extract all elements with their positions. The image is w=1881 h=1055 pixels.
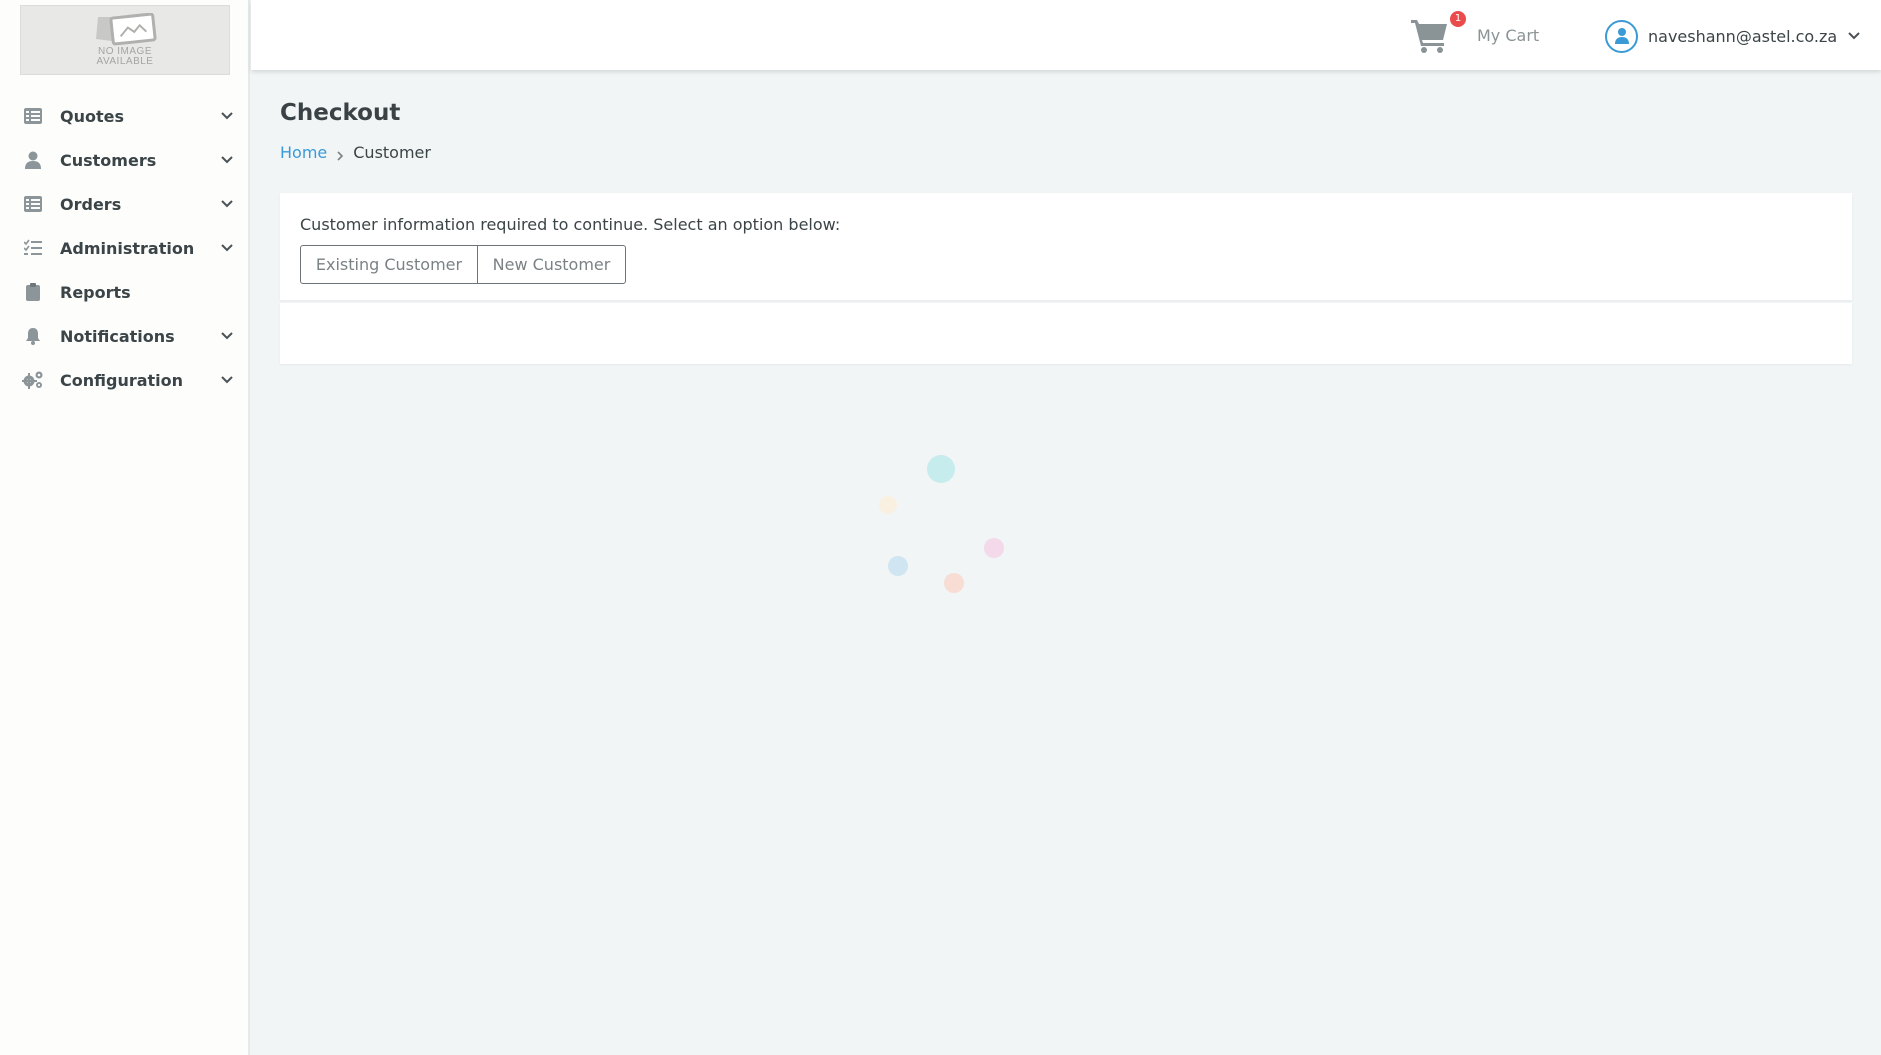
user-menu[interactable]: naveshann@astel.co.za: [1605, 19, 1837, 53]
sidebar-item-configuration[interactable]: Configuration: [0, 358, 250, 402]
sidebar-item-administration[interactable]: Administration: [0, 226, 250, 270]
clipboard-icon: [22, 281, 44, 303]
chevron-down-icon: [220, 372, 234, 386]
cart-count-badge: 1: [1450, 11, 1466, 27]
customer-selection-card: Customer information required to continu…: [280, 193, 1852, 300]
sidebar-item-label: Reports: [60, 282, 131, 302]
breadcrumb: Home Customer: [280, 143, 431, 162]
customer-prompt-text: Customer information required to continu…: [300, 215, 841, 234]
chevron-down-icon: [220, 196, 234, 210]
breadcrumb-current: Customer: [353, 143, 431, 162]
spinner-dot: [984, 538, 1004, 558]
sidebar-item-reports[interactable]: Reports: [0, 270, 250, 314]
sidebar-item-label: Configuration: [60, 370, 184, 390]
customer-type-toggle: Existing Customer New Customer: [300, 245, 626, 284]
spinner-dot: [888, 556, 908, 576]
my-cart-link[interactable]: My Cart: [1477, 26, 1539, 45]
sidebar-item-label: Administration: [60, 238, 195, 258]
list-icon: [22, 193, 44, 215]
sidebar-item-notifications[interactable]: Notifications: [0, 314, 250, 358]
sidebar-item-customers[interactable]: Customers: [0, 138, 250, 182]
shopping-cart-icon: [1411, 20, 1447, 53]
existing-customer-button[interactable]: Existing Customer: [300, 245, 478, 284]
sidebar-nav: Quotes Customers Orders Administration R…: [0, 94, 250, 402]
customer-details-card: [280, 303, 1852, 364]
avatar: [1605, 19, 1638, 53]
sidebar-item-orders[interactable]: Orders: [0, 182, 250, 226]
user-avatar-icon: [1614, 28, 1629, 44]
page-title: Checkout: [280, 100, 401, 126]
sidebar-item-label: Notifications: [60, 326, 175, 346]
spinner-dot: [879, 496, 897, 514]
chevron-down-icon: [220, 152, 234, 166]
chevron-down-icon[interactable]: [1847, 28, 1861, 42]
breadcrumb-home-link[interactable]: Home: [280, 143, 327, 162]
checklist-icon: [22, 237, 44, 259]
logo-text-line2: AVAILABLE: [96, 56, 154, 67]
cart-button[interactable]: [1411, 18, 1451, 56]
company-logo[interactable]: NO IMAGE AVAILABLE: [20, 5, 230, 75]
user-email: naveshann@astel.co.za: [1648, 26, 1838, 46]
sidebar-item-label: Orders: [60, 194, 122, 214]
sidebar-item-quotes[interactable]: Quotes: [0, 94, 250, 138]
sidebar-item-label: Quotes: [60, 106, 125, 126]
spinner-dot: [927, 455, 955, 483]
new-customer-button[interactable]: New Customer: [478, 245, 626, 284]
sidebar-item-label: Customers: [60, 150, 157, 170]
sidebar: NO IMAGE AVAILABLE Quotes Customers Orde…: [0, 0, 250, 1055]
list-icon: [22, 105, 44, 127]
chevron-down-icon: [220, 328, 234, 342]
chevron-down-icon: [220, 240, 234, 254]
bell-icon: [22, 325, 44, 347]
gears-icon: [22, 369, 44, 391]
image-placeholder-icon: [96, 13, 157, 46]
chevron-right-icon: [335, 147, 345, 161]
user-icon: [22, 149, 44, 171]
spinner-dot: [944, 573, 964, 593]
chevron-down-icon: [220, 108, 234, 122]
loading-spinner: [870, 450, 1010, 600]
